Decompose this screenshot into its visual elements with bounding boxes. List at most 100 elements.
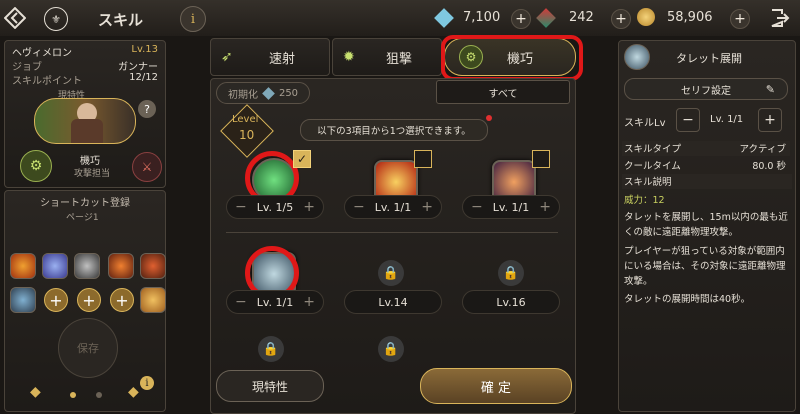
skill-3-minus-button[interactable]: − <box>471 199 483 215</box>
shortcut-slot-5[interactable] <box>140 253 166 279</box>
shortcut-slot-4[interactable] <box>108 253 134 279</box>
pen-icon: ✎ <box>765 82 775 96</box>
tab-rapid[interactable]: ➶ 速射 <box>210 38 330 76</box>
prev-page-button[interactable]: ◆ <box>30 384 41 400</box>
add-crystal-button[interactable]: + <box>511 9 531 29</box>
cooldown-value: 80.0 秒 <box>752 161 786 172</box>
shortcut-slot-3[interactable] <box>74 253 100 279</box>
skill-5-level: Lv.14 <box>378 295 408 309</box>
lock-icon: 🔒 <box>378 260 404 286</box>
exit-icon <box>771 9 790 27</box>
skill-1-plus-button[interactable]: + <box>303 199 315 215</box>
skill-type-value: アクティブ <box>739 144 786 155</box>
skill-4-plus-button[interactable]: + <box>303 294 315 310</box>
skill-1-level-bar[interactable]: − Lv. 1/5 + <box>226 195 324 219</box>
job-value: ガンナー <box>118 62 158 73</box>
skill-2-level-bar[interactable]: − Lv. 1/1 + <box>344 195 442 219</box>
skill-2-plus-button[interactable]: + <box>421 199 433 215</box>
skill-lv-minus-button[interactable]: − <box>676 108 700 132</box>
add-red-gem-button[interactable]: + <box>611 9 631 29</box>
spec-emblem-icon: ⚙ <box>20 150 52 182</box>
gold-coin-icon <box>637 8 655 26</box>
trait-button-label: 現特性 <box>251 379 288 394</box>
page-dot-1[interactable] <box>70 392 76 398</box>
character-name: ヘヴィメロン <box>12 48 72 59</box>
tier-tooltip: 以下の3項目から1つ選択できます。 <box>300 119 488 141</box>
burst-skill-checkbox[interactable] <box>532 150 550 168</box>
dialog-setting-label: セリフ設定 <box>681 85 731 97</box>
skill-desc-header: スキル説明 <box>622 174 792 189</box>
skill-4-level-bar[interactable]: − Lv. 1/1 + <box>226 290 324 314</box>
exit-button[interactable] <box>768 7 790 29</box>
job-row: ジョブ ガンナー <box>12 58 158 73</box>
skill-point-value: 12/12 <box>129 72 158 83</box>
skill-2-minus-button[interactable]: − <box>353 199 365 215</box>
skill-1-minus-button[interactable]: − <box>235 199 247 215</box>
job-label: ジョブ <box>12 62 42 73</box>
skill-4-minus-button[interactable]: − <box>235 294 247 310</box>
tab-snipe-label: 狙撃 <box>385 51 412 67</box>
skill-desc-2: プレイヤーが狙っている対象が範囲内にいる場合は、その対象に遠距離物理攻撃。 <box>624 246 786 287</box>
spec-name: 機巧 <box>80 156 100 167</box>
skill-5-level-bar: Lv.14 <box>344 290 442 314</box>
shortcut-info-button[interactable]: i <box>140 376 154 390</box>
tooltip-text: 以下の3項目から1つ選択できます。 <box>317 126 471 137</box>
red-gem-count: 242 <box>569 10 594 25</box>
help-button[interactable]: ? <box>138 100 156 118</box>
shortcut-title: ショートカット登録 <box>40 198 130 209</box>
trait-button[interactable]: 現特性 <box>216 370 324 402</box>
shortcut-add-1[interactable]: + <box>44 288 68 312</box>
character-row: ヘヴィメロン Lv.13 <box>12 44 158 59</box>
lock-icon: 🔒 <box>498 260 524 286</box>
tier-divider <box>226 232 558 233</box>
shortcut-slot-7[interactable] <box>140 287 166 313</box>
skill-3-plus-button[interactable]: + <box>539 199 551 215</box>
filter-dropdown-label: すべて <box>488 88 518 100</box>
snipe-tab-icon: ✹ <box>343 49 355 65</box>
add-gold-button[interactable]: + <box>730 9 750 29</box>
back-button[interactable] <box>3 6 27 30</box>
dialog-setting-button[interactable]: セリフ設定 ✎ <box>624 78 788 100</box>
fire-skill-checkbox[interactable] <box>414 150 432 168</box>
spec-role: 攻撃担当 <box>74 169 111 179</box>
skill-menu-icon[interactable]: ⚜ <box>44 7 68 31</box>
shortcut-add-3[interactable]: + <box>110 288 134 312</box>
tab-snipe[interactable]: ✹ 狙撃 <box>332 38 442 76</box>
turret-skill-checkbox[interactable]: ✓ <box>293 150 311 168</box>
shortcut-add-2[interactable]: + <box>77 288 101 312</box>
notification-dot <box>486 115 492 121</box>
crystal-count: 7,100 <box>463 10 501 25</box>
shortcut-slot-1[interactable] <box>10 253 36 279</box>
skill-3-level-bar[interactable]: − Lv. 1/1 + <box>462 195 560 219</box>
skill-lv-label: スキルLv <box>624 118 666 129</box>
confirm-button[interactable]: 確 定 <box>420 368 572 404</box>
confirm-button-label: 確 定 <box>480 380 512 396</box>
skill-1-level: Lv. 1/5 <box>256 200 294 214</box>
save-label: 保存 <box>77 342 99 355</box>
next-page-button[interactable]: ◆ <box>128 384 139 400</box>
role-icon: ⚔ <box>132 152 162 182</box>
detail-skill-icon <box>624 44 650 70</box>
info-button[interactable]: i <box>180 6 206 32</box>
skill-point-label: スキルポイント <box>12 76 82 87</box>
level-word: Level <box>232 114 259 125</box>
lock-icon: 🔒 <box>378 336 404 362</box>
tab-rapid-label: 速射 <box>268 51 295 67</box>
shortcut-slot-2[interactable] <box>42 253 68 279</box>
gold-count: 58,906 <box>667 10 713 25</box>
mech-tab-highlight <box>441 35 583 81</box>
skill-lv-plus-button[interactable]: + <box>758 108 782 132</box>
shortcut-slot-6[interactable] <box>10 287 36 313</box>
filter-dropdown[interactable]: すべて <box>436 80 570 104</box>
skill-power: 威力：12 <box>624 195 665 206</box>
skill-6-level: Lv.16 <box>496 295 526 309</box>
character-level: Lv.13 <box>131 44 158 55</box>
page-dot-2[interactable] <box>96 392 102 398</box>
page-title: スキル <box>98 11 144 29</box>
skill-3-level: Lv. 1/1 <box>492 200 530 214</box>
save-shortcut-button[interactable]: 保存 <box>58 318 118 378</box>
skill-4-level: Lv. 1/1 <box>256 295 294 309</box>
skill-desc-1: タレットを展開し、15m以内の最も近くの敵に遠距離物理攻撃。 <box>624 212 788 238</box>
reset-pill[interactable]: 初期化 250 <box>216 82 310 104</box>
lock-icon: 🔒 <box>258 336 284 362</box>
